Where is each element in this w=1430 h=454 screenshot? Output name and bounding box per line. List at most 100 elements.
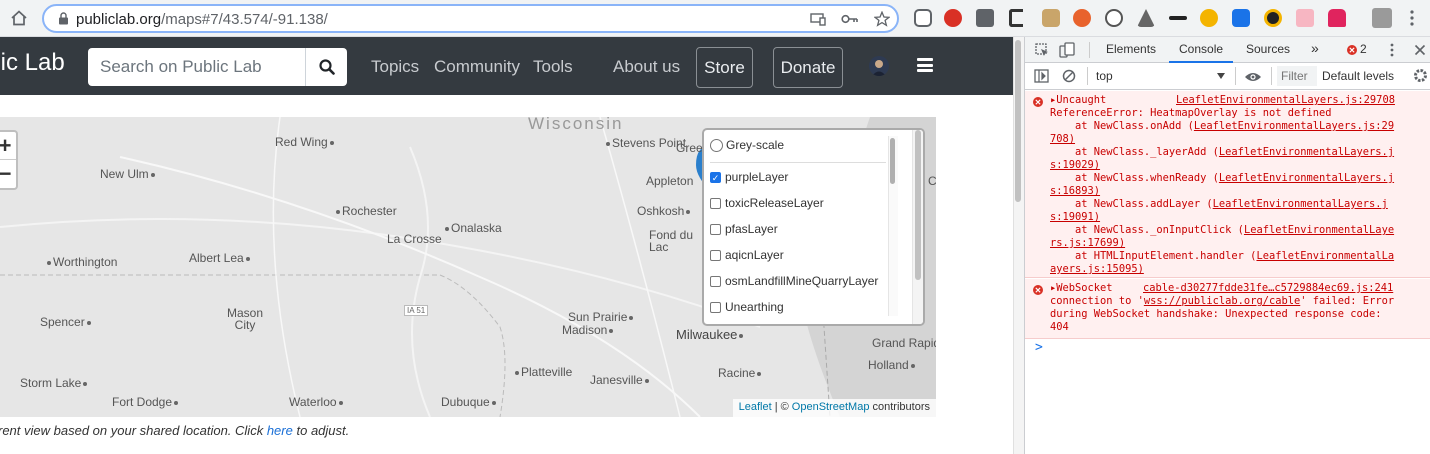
- overlay-option[interactable]: ✓ purpleLayer: [710, 167, 788, 187]
- map-label-city: Worthington: [45, 255, 117, 269]
- error-source-link[interactable]: cable-d30277fdde31fe…c5729884ec69.js:241: [1143, 282, 1393, 295]
- adblock-icon[interactable]: [944, 9, 962, 27]
- page-scrollbar-thumb[interactable]: [1015, 40, 1021, 202]
- cast-icon[interactable]: [809, 10, 827, 28]
- error-source-link[interactable]: LeafletEnvironmentalLayers.js:29708: [1176, 94, 1395, 107]
- websocket-url-link[interactable]: wss://publiclab.org/cable: [1144, 295, 1300, 307]
- error-badge-icon[interactable]: ✕: [1347, 45, 1357, 55]
- stack-frame-cont: ayers.js:15095): [1050, 263, 1144, 275]
- toolbar-divider: [1235, 67, 1236, 85]
- coin-icon[interactable]: [1200, 9, 1218, 27]
- stack-link[interactable]: LeafletEnvironmentalLaye: [1244, 224, 1394, 236]
- panel-scrollbar-thumb[interactable]: [915, 130, 921, 280]
- console-filter-input[interactable]: [1277, 66, 1317, 86]
- leaflet-link[interactable]: Leaflet: [739, 401, 772, 413]
- checkbox[interactable]: [710, 223, 721, 235]
- star-icon[interactable]: [873, 10, 891, 28]
- zoom-in-button[interactable]: +: [0, 132, 16, 160]
- adjust-location-link[interactable]: here: [267, 423, 293, 438]
- site-navbar: blic Lab Topics Community Tools About us…: [0, 37, 1013, 95]
- checkbox[interactable]: [710, 301, 721, 313]
- map-label-city: Mason City: [226, 306, 264, 332]
- context-selector[interactable]: top: [1096, 69, 1113, 83]
- highway-shield: IA 51: [404, 305, 429, 316]
- stack-link[interactable]: LeafletEnvironmentalLa: [1256, 250, 1394, 262]
- puzzle-icon[interactable]: [1328, 9, 1346, 27]
- tab-elements[interactable]: Elements: [1106, 42, 1156, 56]
- error-toggle[interactable]: ▸Uncaught: [1050, 94, 1106, 107]
- duckduckgo-icon[interactable]: [1073, 9, 1091, 27]
- error-toggle[interactable]: ▸WebSocket: [1050, 282, 1113, 295]
- stack-link[interactable]: LeafletEnvironmentalLayers.j: [1219, 172, 1394, 184]
- grid-icon[interactable]: [1232, 9, 1250, 27]
- tab-console[interactable]: Console: [1169, 37, 1233, 63]
- map[interactable]: + − Wisconsin IA 51 Red Wing Stevens Poi…: [0, 117, 936, 417]
- overlay-option[interactable]: Unearthing: [710, 297, 784, 317]
- drive-icon[interactable]: [1137, 9, 1155, 27]
- menu-dots-icon[interactable]: [1410, 9, 1414, 27]
- overlay-option[interactable]: pfasLayer: [710, 219, 778, 239]
- store-button[interactable]: Store: [696, 47, 753, 88]
- search-input[interactable]: [88, 48, 306, 86]
- map-label-city: Spencer: [40, 315, 93, 329]
- sidebar-toggle-icon[interactable]: [1034, 69, 1049, 88]
- overlay-option[interactable]: osmLandfillMineQuarryLayer: [710, 271, 878, 291]
- pocket-icon[interactable]: [914, 9, 932, 27]
- map-label-city: Stevens Point: [604, 137, 686, 149]
- overlay-option[interactable]: aqicnLayer: [710, 245, 784, 265]
- map-label-city: Waterloo: [289, 395, 345, 409]
- checkbox[interactable]: [710, 197, 721, 209]
- checkbox[interactable]: [710, 249, 721, 261]
- nav-about[interactable]: About us: [613, 57, 680, 77]
- error-count[interactable]: 2: [1360, 42, 1367, 56]
- map-label-city: Madison: [562, 323, 615, 337]
- console-settings-gear-icon[interactable]: [1413, 68, 1428, 88]
- donate-button[interactable]: Donate: [773, 47, 843, 88]
- notebook-icon[interactable]: [1042, 9, 1060, 27]
- inner-scrollbar-thumb[interactable]: [890, 138, 895, 184]
- profile-avatar[interactable]: [1372, 8, 1392, 28]
- bracket-icon[interactable]: [1009, 9, 1023, 27]
- context-dropdown-icon[interactable]: [1217, 73, 1225, 79]
- nav-topics[interactable]: Topics: [371, 57, 419, 77]
- checkbox[interactable]: [710, 275, 721, 287]
- error-text: ReferenceError: HeatmapOverlay is not de…: [1050, 107, 1332, 119]
- hamburger-menu-icon[interactable]: [917, 58, 933, 72]
- tab-sources[interactable]: Sources: [1246, 42, 1290, 56]
- nav-tools[interactable]: Tools: [533, 57, 573, 77]
- map-label-state: Wisconsin: [528, 117, 624, 133]
- devtools-menu-icon[interactable]: [1390, 43, 1394, 62]
- stack-link[interactable]: LeafletEnvironmentalLayers.js:29: [1194, 120, 1394, 132]
- play-icon[interactable]: [1296, 9, 1314, 27]
- console-prompt[interactable]: >: [1035, 340, 1043, 355]
- map-label-city: Platteville: [513, 365, 572, 379]
- home-icon[interactable]: [6, 5, 32, 31]
- skype-icon[interactable]: [1105, 9, 1123, 27]
- nav-community[interactable]: Community: [434, 57, 520, 77]
- stack-link[interactable]: LeafletEnvironmentalLayers.j: [1213, 198, 1388, 210]
- inspect-element-icon[interactable]: [1035, 43, 1049, 62]
- camera-icon[interactable]: [976, 9, 994, 27]
- base-layer-option[interactable]: Grey-scale: [710, 135, 784, 155]
- clear-console-icon[interactable]: [1062, 69, 1076, 88]
- close-devtools-icon[interactable]: [1414, 43, 1426, 61]
- checkbox-checked[interactable]: ✓: [710, 171, 721, 183]
- more-tabs-button[interactable]: »: [1311, 40, 1319, 56]
- map-label-city: Dubuque: [441, 395, 498, 409]
- user-avatar[interactable]: [869, 56, 889, 76]
- site-logo[interactable]: blic Lab: [0, 49, 65, 77]
- yin-icon[interactable]: [1264, 9, 1282, 27]
- live-expression-eye-icon[interactable]: [1244, 70, 1262, 88]
- arrow-icon[interactable]: [1169, 16, 1187, 20]
- overlay-option[interactable]: toxicReleaseLayer: [710, 193, 824, 213]
- key-icon[interactable]: [841, 10, 859, 28]
- address-bar[interactable]: publiclab.org/maps#7/43.574/-91.138/: [42, 4, 899, 33]
- layer-radio[interactable]: [710, 138, 723, 152]
- zoom-out-button[interactable]: −: [0, 160, 16, 188]
- device-toggle-icon[interactable]: [1059, 42, 1075, 63]
- error-text: 404: [1050, 321, 1069, 333]
- stack-link[interactable]: LeafletEnvironmentalLayers.j: [1219, 146, 1394, 158]
- search-button[interactable]: [306, 48, 347, 86]
- log-levels-selector[interactable]: Default levels: [1322, 69, 1394, 83]
- osm-link[interactable]: OpenStreetMap: [792, 401, 870, 413]
